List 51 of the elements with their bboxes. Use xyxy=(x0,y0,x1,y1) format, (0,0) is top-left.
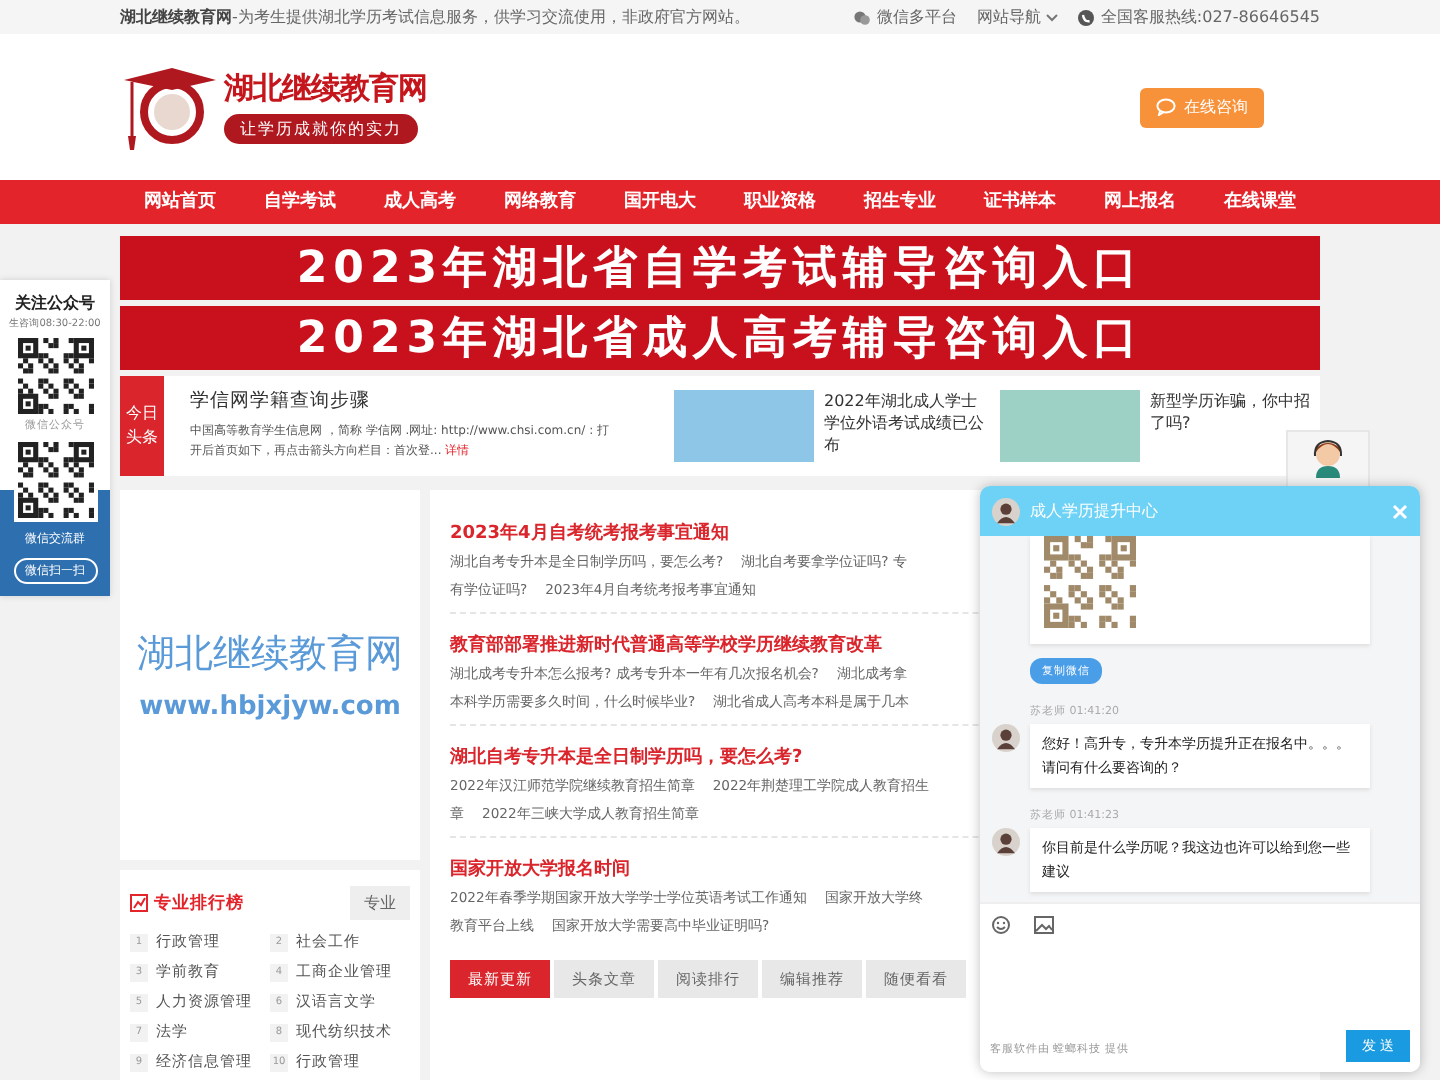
news-title[interactable]: 教育部部署推进新时代普通高等学校学历继续教育改革 xyxy=(450,636,882,656)
news-title[interactable]: 国家开放大学报名时间 xyxy=(450,860,630,880)
graduation-cap-logo-drawing xyxy=(120,63,220,151)
site-name: 湖北继续教育网 xyxy=(120,6,232,28)
avatar-icon xyxy=(992,497,1020,525)
phone-icon xyxy=(1078,9,1095,25)
nav-link[interactable]: 在线课堂 xyxy=(1200,180,1320,224)
site-tagline: -为考生提供湖北学历考试信息服务，供学习交流使用，非政府官方网站。 xyxy=(232,6,750,28)
nav-link[interactable]: 自学考试 xyxy=(240,180,360,224)
news-title[interactable]: 湖北自考专升本是全日制学历吗，要怎么考? xyxy=(450,748,803,768)
panel-title: 关注公众号 xyxy=(15,292,95,314)
promo-title: 湖北继续教育网 xyxy=(137,630,403,680)
nav-link[interactable]: 网上报名 xyxy=(1080,180,1200,224)
ranking-tag[interactable]: 专业 xyxy=(350,886,410,920)
promo-url: www.hbjxjyw.com xyxy=(139,692,401,722)
news-title[interactable]: 2023年4月自考统考报考事宜通知 xyxy=(450,524,729,544)
avatar-icon xyxy=(992,724,1020,752)
nav-link[interactable]: 网站首页 xyxy=(120,180,240,224)
caret-icon xyxy=(1046,13,1059,21)
wechat-icon xyxy=(854,9,871,25)
nav-link[interactable]: 职业资格 xyxy=(720,180,840,224)
image-icon[interactable] xyxy=(1034,916,1054,934)
headline-badge: 今日头条 xyxy=(120,376,164,476)
nav-link[interactable]: 国开电大 xyxy=(600,180,720,224)
close-icon xyxy=(1392,503,1408,519)
qr-code-icon xyxy=(1044,536,1136,628)
nav-link[interactable]: 网络教育 xyxy=(480,180,600,224)
banner-link[interactable]: 2023年湖北省自学考试辅导咨询入口 xyxy=(120,236,1320,300)
top-link[interactable]: 网站导航 xyxy=(976,6,1059,28)
nav-link[interactable]: 成人高考 xyxy=(360,180,480,224)
chart-icon xyxy=(130,894,148,912)
chat-bubble-icon xyxy=(1156,98,1176,116)
qr-code-icon xyxy=(17,338,93,414)
headline-title[interactable]: 学信网学籍查询步骤 xyxy=(190,388,614,414)
qr-code-icon xyxy=(17,442,93,518)
logo-slogan: 让学历成就你的实力 xyxy=(224,114,418,144)
nav-link[interactable]: 招生专业 xyxy=(840,180,960,224)
headset-agent-icon[interactable] xyxy=(1310,438,1346,478)
top-link[interactable]: 微信多平台 xyxy=(854,6,957,28)
banner-link[interactable]: 2023年湖北省成人高考辅导咨询入口 xyxy=(120,306,1320,370)
photo-placeholder xyxy=(674,390,814,462)
nav-link[interactable]: 证书样本 xyxy=(960,180,1080,224)
photo-placeholder xyxy=(1000,390,1140,462)
top-link[interactable]: 全国客服热线:027-86646545 xyxy=(1078,6,1320,28)
avatar-icon xyxy=(992,828,1020,856)
chat-title: 成人学历提升中心 xyxy=(1030,500,1160,522)
logo-title: 湖北继续教育网 xyxy=(224,70,427,108)
featured-caption[interactable]: 2022年湖北成人学士学位外语考试成绩已公布 xyxy=(824,390,984,456)
ranking-title: 专业排行榜 xyxy=(154,891,246,915)
featured-caption[interactable]: 新型学历诈骗，你中招了吗? xyxy=(1150,390,1310,434)
smiley-icon[interactable] xyxy=(992,916,1010,934)
